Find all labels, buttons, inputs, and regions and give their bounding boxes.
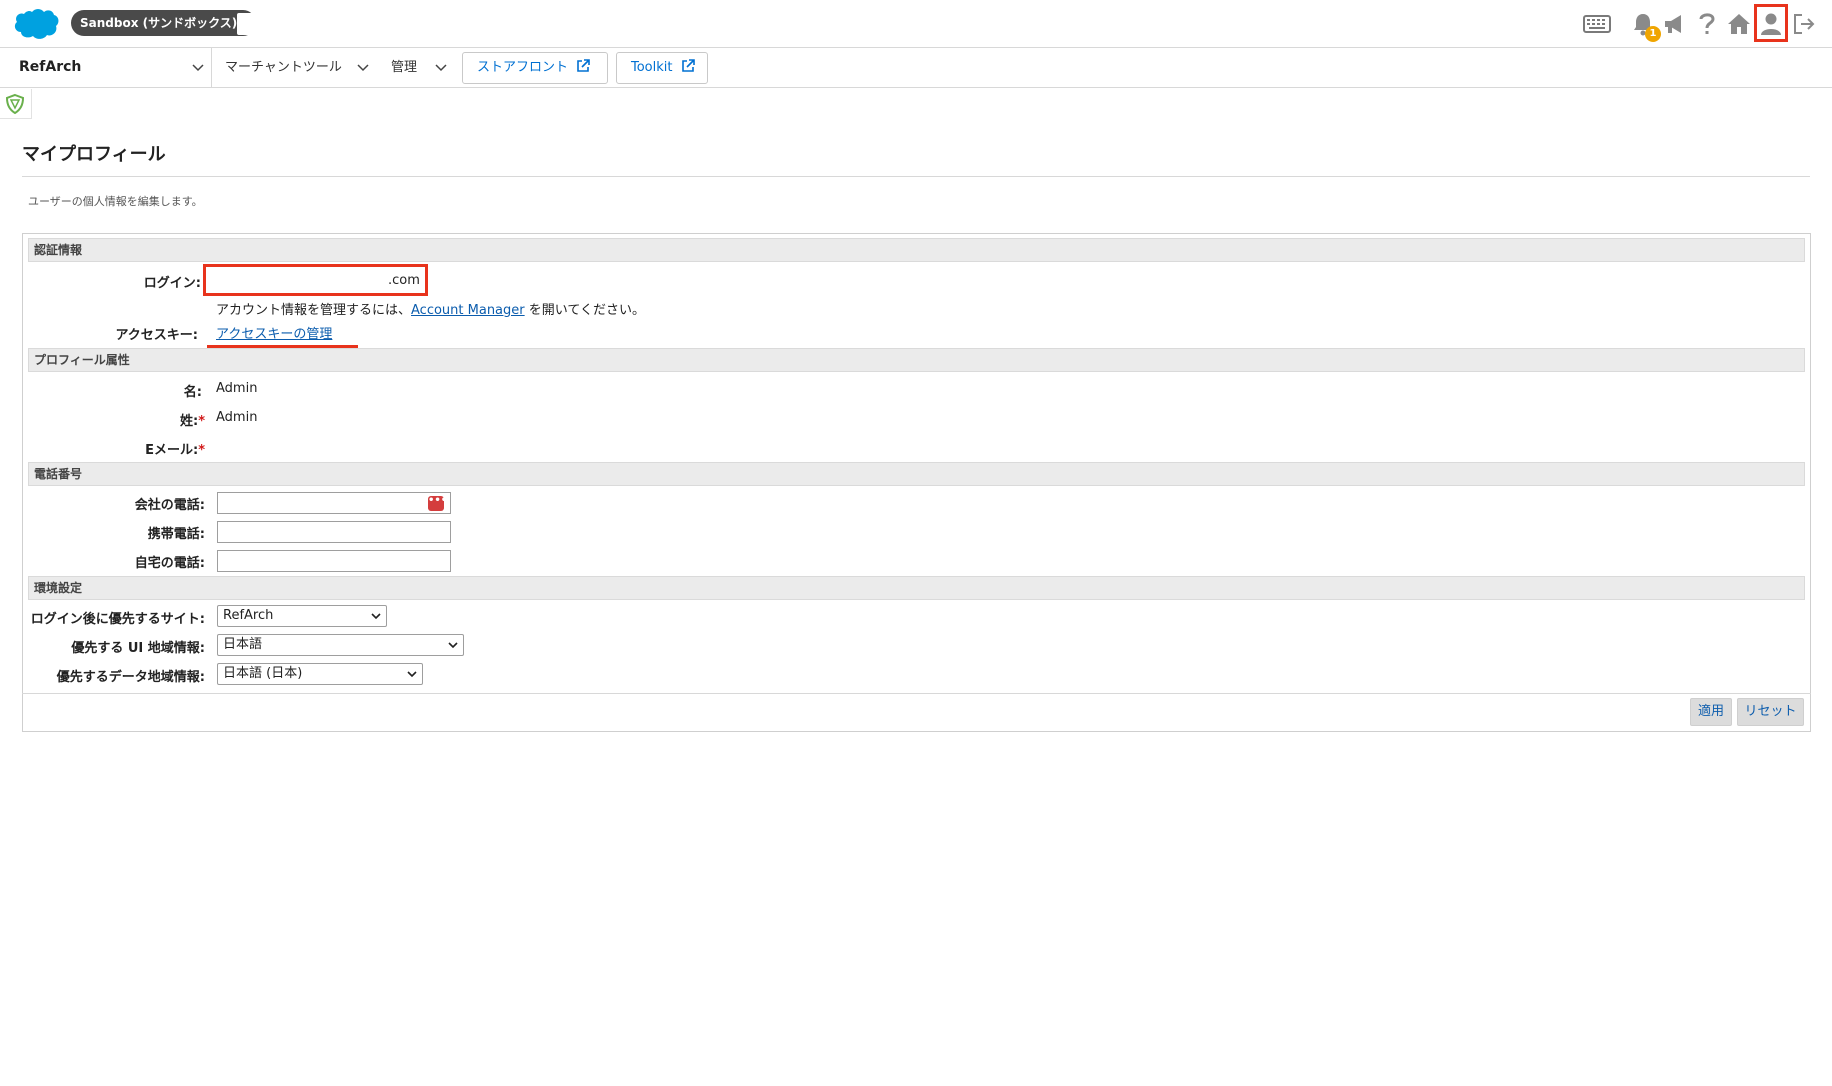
shield-badge[interactable] [0,89,32,119]
autofill-dots-icon[interactable]: ••• [428,496,447,511]
first-name-value: Admin [216,381,258,396]
storefront-label: ストアフロント [477,60,569,75]
preferred-site-value: RefArch [223,608,274,623]
page-description: ユーザーの個人情報を編集します。 [28,195,203,208]
login-label: ログイン: [143,276,201,291]
access-key-highlight-underline [207,345,358,348]
page-title: マイプロフィール [22,144,166,165]
environment-redaction [237,13,272,35]
reset-button[interactable]: リセット [1737,698,1804,726]
storefront-button[interactable]: ストアフロント [462,52,608,84]
mobile-phone-label: 携帯電話: [147,527,205,542]
megaphone-icon[interactable] [1660,10,1690,38]
account-info-prefix: アカウント情報を管理するには、 [216,303,412,318]
top-header: Sandbox (サンドボックス) - 1 [0,0,1832,48]
form-footer-divider [22,693,1811,694]
home-phone-label: 自宅の電話: [134,556,205,571]
merchant-tools-menu[interactable]: マーチャントツール [225,48,342,88]
salesforce-logo-icon[interactable] [12,7,60,41]
help-icon[interactable] [1692,10,1722,38]
admin-label: 管理 [391,60,418,75]
ui-locale-label: 優先する UI 地域情報: [71,641,205,656]
admin-menu[interactable]: 管理 [391,48,417,88]
access-key-manage-link[interactable]: アクセスキーの管理 [216,323,332,342]
data-locale-label: 優先するデータ地域情報: [56,670,205,685]
site-selector-label: RefArch [19,59,82,75]
home-icon[interactable] [1724,10,1754,38]
preferred-site-label: ログイン後に優先するサイト: [30,612,205,627]
apply-button[interactable]: 適用 [1690,698,1732,726]
logout-icon[interactable] [1789,10,1819,38]
auth-section-header: 認証情報 [28,238,1805,262]
merchant-tools-label: マーチャントツール [225,60,342,75]
toolkit-label: Toolkit [631,60,673,75]
ui-locale-select[interactable]: 日本語 [217,634,464,656]
profile-section-header: プロフィール属性 [28,348,1805,372]
business-phone-label: 会社の電話: [134,498,205,513]
preferred-site-select[interactable]: RefArch [217,605,387,627]
home-phone-input[interactable] [217,550,451,572]
email-label: Eメール:* [145,439,205,458]
chevron-down-icon [448,642,458,649]
chevron-down-icon [371,613,381,620]
first-name-label: 名: [183,385,202,400]
chevron-down-icon [192,64,204,72]
business-phone-input[interactable]: ••• [217,492,451,514]
environment-badge[interactable]: Sandbox (サンドボックス) - [71,10,257,36]
chevron-down-icon[interactable] [357,64,369,72]
chevron-down-icon [407,671,417,678]
phone-section-header: 電話番号 [28,462,1805,486]
site-selector[interactable]: RefArch [14,48,212,88]
required-mark: * [198,443,205,458]
main-nav: RefArch マーチャントツール 管理 ストアフロント Toolkit [0,48,1832,88]
data-locale-select[interactable]: 日本語 (日本) [217,663,423,685]
profile-highlight-box [1754,4,1788,42]
shield-icon [5,93,25,115]
account-manager-link[interactable]: Account Manager [411,303,525,318]
email-label-text: Eメール: [145,443,199,458]
account-info-suffix: を開いてください。 [524,303,645,318]
data-locale-value: 日本語 (日本) [223,666,303,681]
toolkit-button[interactable]: Toolkit [616,52,708,84]
required-mark: * [198,414,205,429]
preferences-section-header: 環境設定 [28,576,1805,600]
ui-locale-value: 日本語 [223,637,263,652]
last-name-label: 姓:* [180,410,205,429]
account-info-text: アカウント情報を管理するには、Account Manager を開いてください。 [216,299,645,318]
keyboard-icon[interactable] [1582,10,1612,38]
chevron-down-icon[interactable] [435,64,447,72]
bell-icon[interactable]: 1 [1628,10,1661,42]
last-name-value: Admin [216,410,258,425]
login-value: .com [388,273,420,288]
notification-count-badge: 1 [1645,26,1661,42]
external-link-icon [681,59,695,72]
external-link-icon [577,59,590,72]
mobile-phone-input[interactable] [217,521,451,543]
last-name-label-text: 姓: [179,414,199,429]
title-divider [22,176,1810,177]
access-key-label: アクセスキー: [115,328,198,343]
